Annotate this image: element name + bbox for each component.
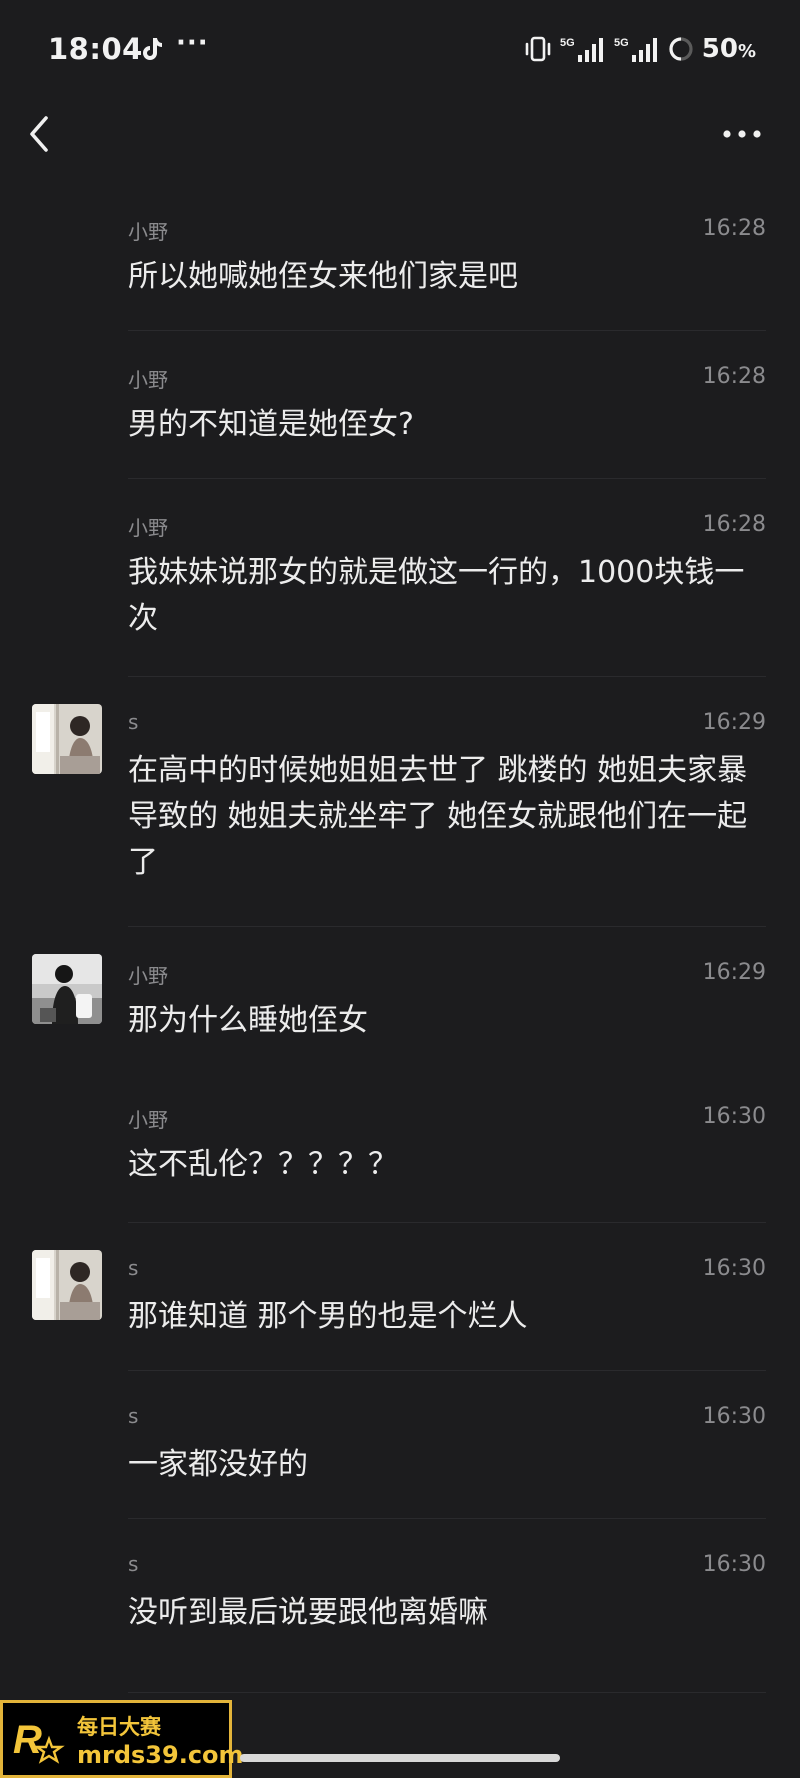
divider xyxy=(128,1370,766,1371)
vibrate-icon xyxy=(525,36,551,62)
watermark-logo: R 每日大赛 mrds39.com xyxy=(0,1700,244,1778)
chat-message[interactable]: 小野 16:30 这不乱伦？？？？？ xyxy=(0,1074,800,1214)
message-time: 16:30 xyxy=(702,1104,766,1129)
battery-ring-icon xyxy=(669,37,693,61)
home-indicator[interactable] xyxy=(240,1754,560,1762)
sender-name: 小野 xyxy=(128,964,168,988)
message-time: 16:28 xyxy=(702,512,766,537)
chat-message[interactable]: s 16:30 那谁知道 那个男的也是个烂人 xyxy=(0,1222,800,1362)
sender-name: 小野 xyxy=(128,368,168,392)
status-time: 18:04 xyxy=(48,32,143,66)
message-text: 这不乱伦？？？？？ xyxy=(128,1147,398,1182)
message-time: 16:30 xyxy=(702,1552,766,1577)
ellipsis-icon[interactable] xyxy=(722,122,762,146)
divider xyxy=(128,676,766,677)
watermark-title: 每日大赛 xyxy=(77,1715,161,1739)
chat-message[interactable]: 小野 16:28 所以她喊她侄女来他们家是吧 xyxy=(0,182,800,322)
status-right-cluster: 5G 5G 50% xyxy=(524,34,756,64)
message-text: 没听到最后说要跟他离婚嘛 xyxy=(128,1595,488,1630)
svg-text:5G: 5G xyxy=(614,37,629,49)
divider xyxy=(128,330,766,331)
divider xyxy=(128,478,766,479)
divider xyxy=(128,1518,766,1519)
chat-message[interactable]: s 16:30 一家都没好的 xyxy=(0,1370,800,1510)
avatar[interactable] xyxy=(32,954,102,1024)
sender-name: s xyxy=(128,1552,139,1576)
chevron-left-icon[interactable] xyxy=(26,112,54,156)
message-text: 我妹妹说那女的就是做这一行的，1000块钱一次 xyxy=(128,555,745,636)
message-text: 一家都没好的 xyxy=(128,1447,308,1482)
sender-name: s xyxy=(128,1404,139,1428)
divider xyxy=(128,1692,766,1693)
sender-name: s xyxy=(128,1256,139,1280)
message-text: 男的不知道是她侄女? xyxy=(128,407,414,442)
message-time: 16:28 xyxy=(702,216,766,241)
signal-5g-icon: 5G xyxy=(560,37,603,62)
message-time: 16:30 xyxy=(702,1256,766,1281)
svg-text:R: R xyxy=(13,1718,42,1762)
sender-name: 小野 xyxy=(128,516,168,540)
message-text: 所以她喊她侄女来他们家是吧 xyxy=(128,259,518,294)
top-nav xyxy=(0,104,800,164)
chat-message[interactable]: s 16:30 没听到最后说要跟他离婚嘛 xyxy=(0,1518,800,1658)
sender-name: 小野 xyxy=(128,1108,168,1132)
divider-row xyxy=(0,1692,800,1694)
star-badge-icon: R xyxy=(13,1718,65,1764)
message-time: 16:30 xyxy=(702,1404,766,1429)
message-time: 16:28 xyxy=(702,364,766,389)
message-time: 16:29 xyxy=(702,710,766,735)
notification-more-icon: ··· xyxy=(176,28,209,58)
avatar[interactable] xyxy=(32,704,102,774)
tiktok-icon xyxy=(143,38,162,60)
signal-5g-icon-2: 5G xyxy=(614,37,657,62)
divider xyxy=(128,1222,766,1223)
chat-message[interactable]: 小野 16:28 男的不知道是她侄女? xyxy=(0,330,800,470)
message-time: 16:29 xyxy=(702,960,766,985)
watermark-url: mrds39.com xyxy=(77,1741,244,1769)
status-bar: 18:04 ··· 5G 5G 50% xyxy=(0,0,800,104)
message-text: 那谁知道 那个男的也是个烂人 xyxy=(128,1299,528,1334)
avatar[interactable] xyxy=(32,1250,102,1320)
battery-percentage: 50% xyxy=(701,34,756,64)
chat-message[interactable]: 小野 16:29 那为什么睡她侄女 xyxy=(0,926,800,1066)
svg-text:5G: 5G xyxy=(560,37,575,49)
divider xyxy=(128,926,766,927)
sender-name: 小野 xyxy=(128,220,168,244)
sender-name: s xyxy=(128,710,139,734)
chat-message[interactable]: 小野 16:28 我妹妹说那女的就是做这一行的，1000块钱一次 xyxy=(0,478,800,678)
message-text: 那为什么睡她侄女 xyxy=(128,1003,368,1038)
chat-message[interactable]: s 16:29 在高中的时候她姐姐去世了 跳楼的 她姐夫家暴导致的 她姐夫就坐牢… xyxy=(0,676,800,926)
message-text: 在高中的时候她姐姐去世了 跳楼的 她姐夫家暴导致的 她姐夫就坐牢了 她侄女就跟他… xyxy=(128,753,748,880)
